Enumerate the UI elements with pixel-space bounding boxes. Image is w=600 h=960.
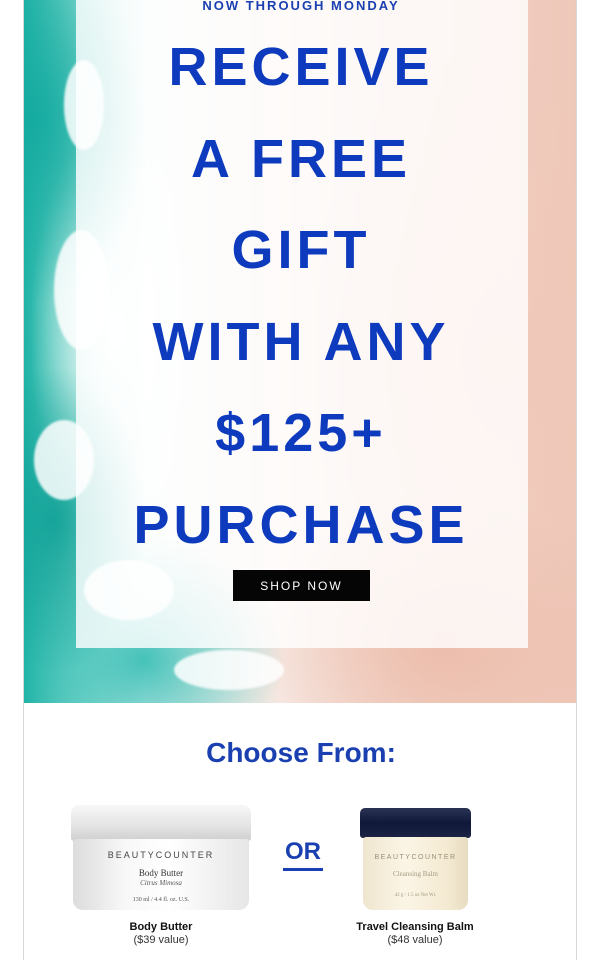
headline-line: A FREE [190, 128, 411, 189]
cleansing-balm-image[interactable]: BEAUTYCOUNTER Cleansing Balm 42 g / 1.5 … [360, 808, 471, 910]
jar-brand: BEAUTYCOUNTER [107, 850, 215, 860]
promo-headline: RECEIVE A FREE GIFT WITH ANY $125+ PURCH… [24, 22, 576, 571]
or-underline [283, 868, 323, 871]
jar-brand: BEAUTYCOUNTER [374, 854, 457, 861]
jar-size: 130 ml / 4.4 fl. oz. U.S. [132, 897, 190, 903]
headline-line: $125+ [215, 403, 387, 463]
jar-lid [71, 805, 251, 841]
jar-label: BEAUTYCOUNTER Cleansing Balm 42 g / 1.5 … [363, 837, 468, 910]
headline-line: RECEIVE [168, 37, 434, 97]
jar-product-name: Body Butter [138, 868, 184, 878]
product-value: ($39 value) [133, 934, 189, 946]
body-butter-image[interactable]: BEAUTYCOUNTER Body Butter Citrus Mimosa … [71, 805, 251, 910]
hero-banner-image[interactable]: NOW THROUGH MONDAY RECEIVE A FREE GIFT W… [24, 0, 576, 703]
product-travel-cleansing-balm[interactable]: Travel Cleansing Balm ($48 value) [340, 921, 490, 946]
headline-line: PURCHASE [133, 494, 469, 555]
jar-scent: Citrus Mimosa [140, 879, 182, 887]
email-frame: NOW THROUGH MONDAY RECEIVE A FREE GIFT W… [23, 0, 577, 960]
jar-product-name: Cleansing Balm [393, 870, 438, 878]
product-name[interactable]: Body Butter [71, 921, 251, 933]
or-separator: OR [285, 838, 321, 865]
product-body-butter[interactable]: Body Butter ($39 value) [71, 921, 251, 946]
product-value: ($48 value) [387, 934, 443, 946]
promo-eyebrow: NOW THROUGH MONDAY [202, 0, 400, 13]
headline-line: GIFT [231, 220, 371, 280]
shop-now-button[interactable]: SHOP NOW [233, 570, 370, 601]
jar-size: 42 g / 1.5 oz Net Wt. [394, 893, 437, 898]
product-name[interactable]: Travel Cleansing Balm [340, 921, 490, 933]
choose-from-heading: Choose From: [206, 737, 396, 768]
jar-lid [360, 808, 471, 838]
jar-label: BEAUTYCOUNTER Body Butter Citrus Mimosa … [73, 839, 249, 910]
headline-line: WITH ANY [152, 311, 450, 372]
